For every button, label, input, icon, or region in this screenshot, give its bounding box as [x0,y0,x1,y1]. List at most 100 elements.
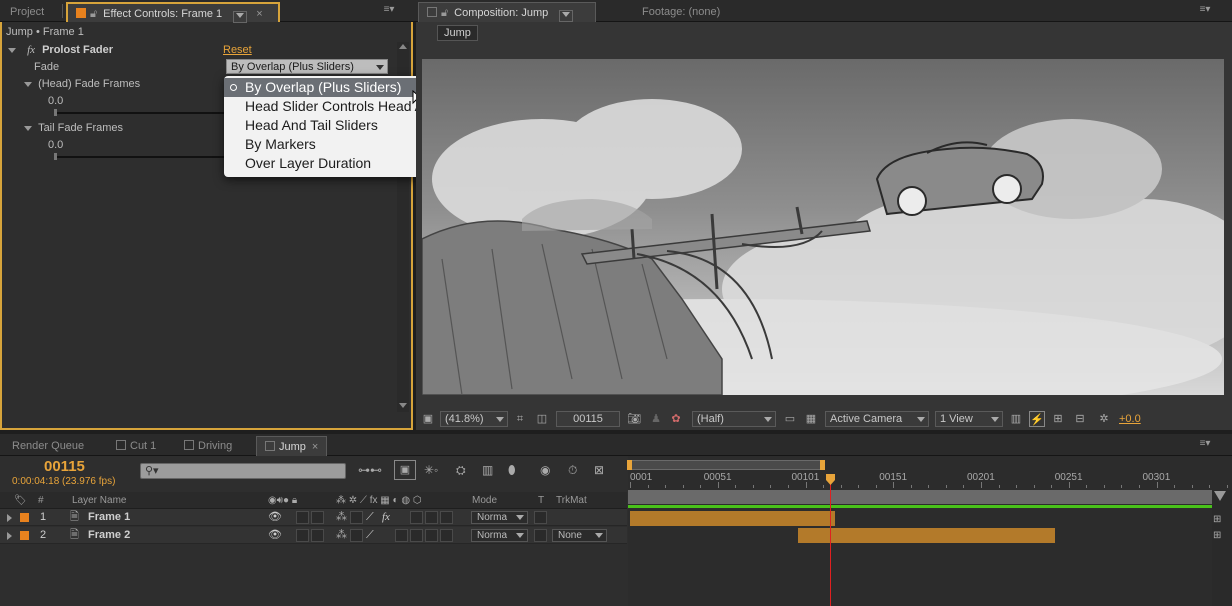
collapse-switch[interactable] [350,511,363,524]
auto-keyframe-icon[interactable]: ◉ [540,463,550,477]
label-color-icon[interactable] [20,531,29,540]
tab-footage[interactable]: Footage: (none) [634,2,728,22]
brainstorm-icon[interactable]: ⬮ [508,463,516,478]
preserve-transparency-switch[interactable] [534,511,547,524]
adjustment-switch[interactable] [440,511,453,524]
channel-icon[interactable]: ✿ [668,411,684,427]
tab-dropdown-icon[interactable] [559,10,574,22]
work-area-end-handle[interactable] [820,460,825,470]
adjustment-switch[interactable] [440,529,453,542]
tab-composition[interactable]: 🔓︎ Composition: Jump [418,2,596,22]
view-layout-select[interactable]: 1 View [935,411,1003,427]
solo-switch[interactable] [311,511,324,524]
comp-button-icon[interactable]: ⊞ [1213,530,1221,541]
close-icon[interactable]: × [256,8,262,20]
expand-effect-icon[interactable] [8,48,16,53]
audio-switch[interactable] [296,529,309,542]
tab-cut-1[interactable]: Cut 1 [108,436,164,456]
zoom-select[interactable]: (41.8%) [440,411,508,427]
layer-duration-bar[interactable] [798,528,1055,543]
show-snapshot-icon[interactable]: ♟ [648,411,664,427]
tab-render-queue[interactable]: Render Queue [4,436,92,456]
label-color-icon[interactable] [20,513,29,522]
tab-dropdown-icon[interactable] [233,11,248,23]
quality-switch-icon[interactable]: ⟋ [366,509,374,526]
head-fade-slider-handle[interactable] [54,109,57,116]
grid-guides-icon[interactable]: ⌗ [512,411,528,427]
blend-mode-select[interactable]: Norma [471,511,528,524]
motion-blur-icon[interactable]: ▥ [482,463,493,477]
comp-button-icon[interactable]: ⊞ [1213,514,1221,525]
tab-effect-controls[interactable]: 🔓︎ Effect Controls: Frame 1 × [66,2,280,23]
camera-select[interactable]: Active Camera [825,411,929,427]
current-frame-field[interactable]: 00115 [556,411,620,427]
exposure-reset-icon[interactable]: ✲ [1096,411,1112,427]
tail-fade-value[interactable]: 0.0 [48,136,63,154]
layer-row[interactable]: 1 🗎︎ Frame 1 👁︎ ⁂ ⟋ fx Norma [0,509,627,526]
lock-icon[interactable]: 🔓︎ [441,7,448,19]
timeline-search-input[interactable]: ⚲▾ [140,463,346,479]
current-frame-display[interactable]: 00115 [44,458,85,475]
timeline-options-icon[interactable]: ⊠ [594,463,604,477]
fast-render-icon[interactable]: ⚡ [1029,411,1045,427]
reset-link[interactable]: Reset [223,41,252,59]
trkmat-select[interactable]: None [552,529,607,542]
timeline-icon[interactable]: ⊞ [1050,411,1066,427]
tail-fade-slider-handle[interactable] [54,153,57,160]
visibility-eye-icon[interactable]: 👁︎ [268,527,282,544]
motion-blur-switch[interactable] [425,511,438,524]
frame-blend-switch[interactable] [410,511,423,524]
frame-blending-icon[interactable]: ⛭ [456,463,466,478]
toggle-pixel-aspect-icon[interactable]: ▥ [1008,411,1024,427]
visibility-eye-icon[interactable]: 👁︎ [268,509,282,526]
solo-switch[interactable] [311,529,324,542]
shy-switch-icon[interactable]: ⁂ [336,527,347,544]
head-fade-slider[interactable] [54,112,224,114]
transparency-grid-icon[interactable]: ▦ [803,411,819,427]
playhead-line[interactable] [830,474,832,606]
region-of-interest-icon[interactable]: ▣ [420,411,436,427]
exposure-value[interactable]: +0.0 [1119,411,1141,427]
comp-navigator-button[interactable]: Jump [437,25,478,41]
label-tag-icon[interactable]: 🏷︎ [14,493,27,509]
head-fade-value[interactable]: 0.0 [48,92,63,110]
audio-switch[interactable] [296,511,309,524]
expand-head-icon[interactable] [24,82,32,87]
scroll-down-icon[interactable] [399,403,407,408]
fx-icon[interactable]: fx [27,44,35,56]
zoom-slider-handle-icon[interactable] [1214,491,1226,501]
expand-tail-icon[interactable] [24,126,32,131]
shy-layers-icon[interactable]: ✳◦ [424,463,438,477]
panel-menu-icon[interactable]: ≡▾ [1196,438,1214,450]
resolution-select[interactable]: (Half) [692,411,776,427]
fx-switch[interactable] [395,529,408,542]
scroll-up-icon[interactable] [399,44,407,49]
collapse-switch[interactable] [350,529,363,542]
panel-menu-icon[interactable]: ≡▾ [1196,4,1214,16]
tab-jump[interactable]: Jump × [256,436,328,456]
col-layer-name-header[interactable]: Layer Name [72,493,126,509]
work-area-start-handle[interactable] [627,460,632,470]
layer-duration-bar[interactable] [630,511,836,526]
work-area-bar[interactable] [627,460,825,470]
layer-name[interactable]: Frame 2 [88,527,130,544]
graph-editor-icon[interactable]: ⏱ [568,463,577,478]
tab-driving[interactable]: Driving [176,436,240,456]
flowchart-icon[interactable]: ⊟ [1072,411,1088,427]
fast-previews-icon[interactable]: ▭ [782,411,798,427]
close-icon[interactable]: × [312,441,318,453]
draft-3d-icon[interactable]: ▣ [394,460,416,480]
frame-blend-switch[interactable] [410,529,423,542]
tail-fade-slider[interactable] [54,156,224,158]
expand-layer-icon[interactable] [7,514,12,522]
lock-icon[interactable]: 🔓︎ [90,8,97,20]
preserve-transparency-switch[interactable] [534,529,547,542]
quality-switch-icon[interactable]: ⟋ [366,527,374,544]
tab-project[interactable]: Project [2,2,52,22]
mask-visibility-icon[interactable]: ◫ [534,411,550,427]
blend-mode-select[interactable]: Norma [471,529,528,542]
shy-switch-icon[interactable]: ⁂ [336,509,347,526]
comp-mini-flowchart-icon[interactable]: ⊶⊷ [358,463,382,477]
composition-viewer[interactable] [422,59,1224,395]
fade-select[interactable]: By Overlap (Plus Sliders) [226,59,388,74]
